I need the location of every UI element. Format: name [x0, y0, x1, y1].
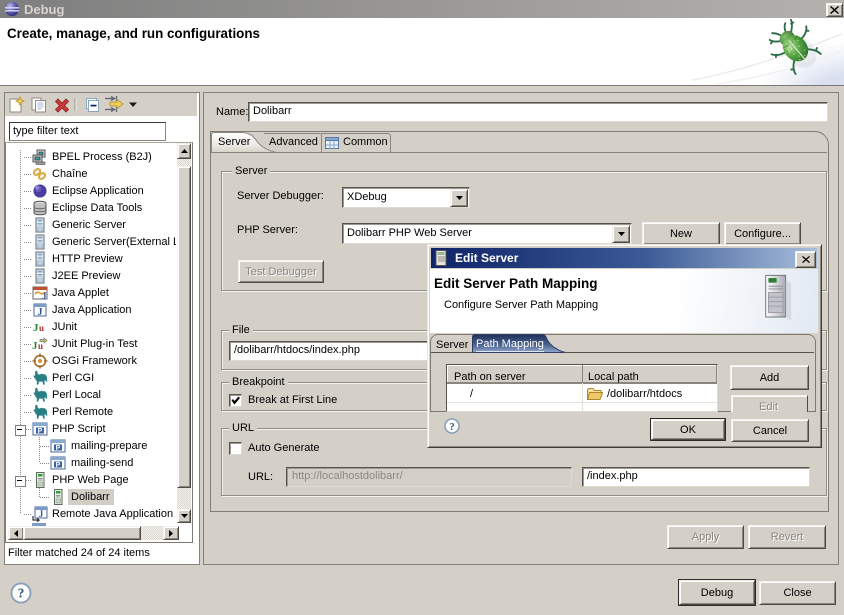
svg-text:?: ?: [18, 585, 25, 600]
svg-text:?: ?: [449, 421, 455, 433]
